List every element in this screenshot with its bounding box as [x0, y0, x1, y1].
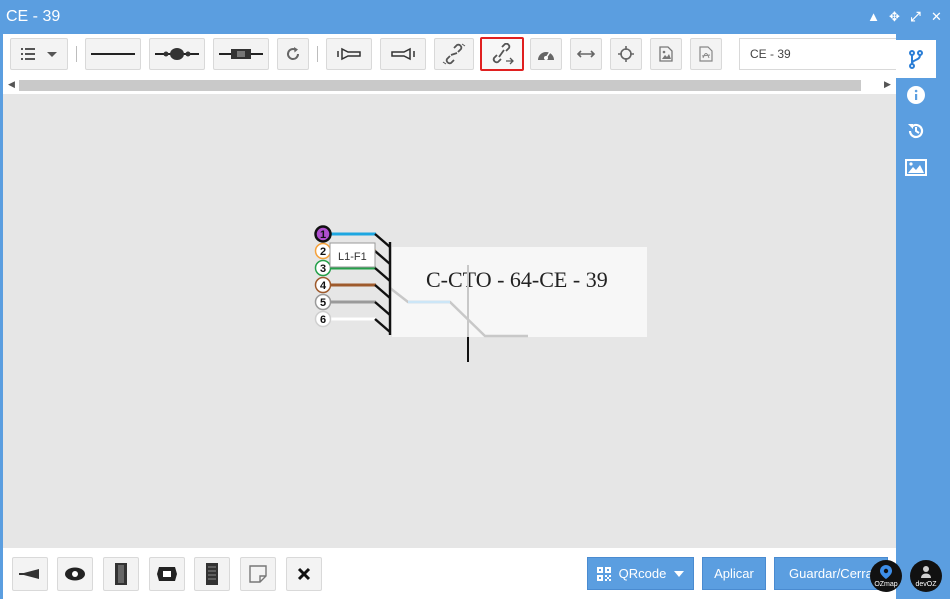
flashlight-left-icon	[337, 47, 361, 61]
close-icon[interactable]: ✕	[929, 9, 944, 24]
rack-icon	[115, 563, 127, 585]
fiber-number: 5	[320, 297, 326, 309]
separator	[317, 46, 318, 62]
toolbar	[3, 34, 899, 76]
list-menu-button[interactable]	[10, 38, 68, 70]
refresh-button[interactable]	[277, 38, 309, 70]
link-icon	[492, 43, 514, 65]
switch-icon	[206, 563, 218, 585]
scrollbar-thumb[interactable]	[19, 80, 861, 91]
cto-button[interactable]	[57, 557, 93, 591]
search-input[interactable]	[739, 38, 899, 70]
link-cables-button[interactable]	[480, 37, 524, 71]
horizontal-arrows-button[interactable]	[570, 38, 602, 70]
fiber-number: 2	[320, 246, 326, 258]
line-icon	[91, 53, 135, 55]
window-title: CE - 39	[6, 8, 61, 25]
flashlight-left-button[interactable]	[326, 38, 372, 70]
closure-label: C-CTO - 64-CE - 39	[426, 267, 608, 292]
qrcode-icon	[596, 566, 611, 581]
qrcode-label: QRcode	[618, 566, 667, 581]
image-export-button[interactable]	[650, 38, 682, 70]
dashboard-button[interactable]	[530, 38, 562, 70]
splice-diagram: C-CTO - 64-CE - 39 1 2 3 4 5 6 L1-F1	[314, 225, 647, 362]
fiber-rings: 1 2 3 4 5 6	[314, 225, 332, 328]
list-icon	[21, 48, 57, 60]
crosshair-icon	[618, 46, 634, 62]
straight-cable-button[interactable]	[85, 38, 141, 70]
rack-button[interactable]	[103, 557, 139, 591]
image-icon	[905, 158, 927, 176]
unlink-icon	[442, 43, 466, 65]
ozmap-logo: OZmap	[870, 560, 902, 592]
close-icon	[297, 567, 311, 581]
dio-icon	[157, 567, 177, 581]
horizontal-scrollbar[interactable]: ◀ ▶	[3, 76, 896, 94]
closure-box[interactable]	[392, 247, 647, 337]
separator	[76, 46, 77, 62]
pdf-file-icon	[699, 46, 713, 62]
splitter-icon	[19, 569, 39, 579]
splice-icon	[155, 48, 199, 60]
fiber-tooltip-text: L1-F1	[338, 251, 367, 263]
right-panel	[896, 34, 950, 599]
connector-button[interactable]	[213, 38, 269, 70]
devoz-logo-text: devOZ	[915, 581, 937, 588]
ozmap-logo-text: OZmap	[874, 581, 898, 588]
history-icon	[908, 123, 924, 139]
branch-icon	[909, 50, 923, 69]
gauge-icon	[538, 51, 554, 60]
cto-icon	[65, 567, 85, 581]
window-titlebar: CE - 39 ▲ ✥ ⤢ ✕	[0, 0, 950, 34]
apply-label: Aplicar	[714, 566, 754, 581]
map-pin-icon	[880, 565, 892, 579]
refresh-icon	[287, 47, 300, 60]
expand-icon[interactable]: ⤢	[908, 9, 923, 24]
person-icon	[921, 566, 931, 578]
unlink-button[interactable]	[434, 38, 474, 70]
cable-bundle	[374, 233, 392, 335]
crosshair-button[interactable]	[610, 38, 642, 70]
connector-icon	[219, 49, 263, 59]
note-button[interactable]	[240, 557, 276, 591]
collapse-icon[interactable]: ▲	[866, 9, 881, 24]
devoz-logo: devOZ	[910, 560, 942, 592]
scroll-left-icon[interactable]: ◀	[8, 79, 15, 90]
window-controls: ▲ ✥ ⤢ ✕	[866, 9, 944, 25]
flashlight-right-button[interactable]	[380, 38, 426, 70]
flashlight-right-icon	[391, 47, 415, 61]
image-file-icon	[659, 46, 673, 62]
splitter-button[interactable]	[12, 557, 48, 591]
info-icon	[907, 86, 925, 104]
diagram-canvas[interactable]: C-CTO - 64-CE - 39 1 2 3 4 5 6 L1-F1	[3, 94, 896, 548]
fiber-number: 4	[320, 280, 327, 292]
switch-button[interactable]	[194, 557, 230, 591]
images-panel-button[interactable]	[903, 154, 929, 180]
pdf-export-button[interactable]	[690, 38, 722, 70]
info-panel-button[interactable]	[903, 82, 929, 108]
fiber-number: 6	[320, 314, 326, 326]
note-icon	[249, 565, 267, 583]
branch-panel-button[interactable]	[896, 40, 936, 78]
splice-closure-button[interactable]	[149, 38, 205, 70]
save-close-label: Guardar/Cerrar	[789, 566, 878, 581]
bottom-toolbar: QRcode Aplicar Guardar/Cerrar	[3, 548, 896, 599]
apply-button[interactable]: Aplicar	[702, 557, 766, 590]
fiber-number: 3	[320, 263, 326, 275]
delete-button[interactable]	[286, 557, 322, 591]
fiber-number: 1	[320, 229, 326, 241]
scroll-right-icon[interactable]: ▶	[884, 79, 891, 90]
qrcode-button[interactable]: QRcode	[587, 557, 694, 590]
chevron-down-icon	[674, 570, 685, 577]
dio-button[interactable]	[149, 557, 185, 591]
history-panel-button[interactable]	[903, 118, 929, 144]
horizontal-arrows-icon	[576, 50, 596, 58]
move-icon[interactable]: ✥	[887, 9, 902, 24]
